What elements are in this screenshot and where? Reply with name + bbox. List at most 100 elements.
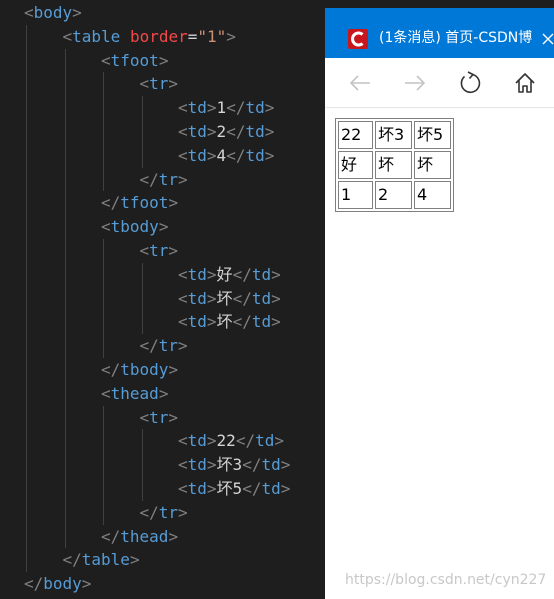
cell-text: 2 <box>216 122 227 141</box>
bracket-punctuation: > <box>158 383 169 403</box>
tag-name: tr <box>158 169 179 189</box>
tag-name: td <box>251 264 272 284</box>
bracket-punctuation: > <box>72 3 82 22</box>
cell-text: 坏 <box>216 312 233 332</box>
code-line: <td>坏</td> <box>178 287 281 311</box>
table-cell: 2 <box>375 181 412 209</box>
code-line: </tr> <box>140 168 188 192</box>
tag-name: td <box>187 288 207 308</box>
bracket-punctuation: < <box>139 241 150 260</box>
bracket-punctuation: > <box>271 288 281 308</box>
cell-text: 坏5 <box>216 479 243 498</box>
cell-text: 好 <box>216 264 233 284</box>
tag-name: td <box>187 264 207 284</box>
table-cell: 1 <box>338 181 373 209</box>
bracket-punctuation: </ <box>101 526 121 546</box>
bracket-punctuation: > <box>206 288 217 308</box>
tag-name: table <box>72 26 121 46</box>
code-line: <td>好</td> <box>178 263 281 287</box>
bracket-punctuation: < <box>139 407 150 427</box>
bracket-punctuation: > <box>168 241 179 260</box>
tag-name: td <box>187 431 207 451</box>
table-cell: 22 <box>338 121 373 149</box>
bracket-punctuation: < <box>101 217 111 237</box>
bracket-punctuation: </ <box>139 336 159 356</box>
tag-name: td <box>245 98 265 118</box>
bracket-punctuation: > <box>206 122 217 141</box>
bracket-punctuation: > <box>206 145 217 165</box>
rendered-table: 22 坏3 坏5 好坏坏 1 2 4 <box>335 118 454 212</box>
tag-name: tbody <box>120 360 169 379</box>
code-line: </tfoot> <box>101 191 178 215</box>
bracket-punctuation: < <box>178 431 188 451</box>
code-line: <thead> <box>101 382 168 406</box>
bracket-punctuation: > <box>206 264 217 284</box>
tag-name: tbody <box>110 217 159 237</box>
tag-name: td <box>187 455 207 475</box>
code-line: </thead> <box>101 525 178 549</box>
bracket-punctuation: </ <box>24 574 44 594</box>
tag-name: td <box>187 98 207 118</box>
tag-name: body <box>33 3 73 22</box>
indent-guide <box>141 262 143 335</box>
tag-name: td <box>187 145 207 165</box>
bracket-punctuation: > <box>168 360 179 379</box>
home-button[interactable] <box>510 68 540 98</box>
watermark: https://blog.csdn.net/cyn227 <box>345 572 547 588</box>
tag-name: td <box>187 479 207 498</box>
browser-toolbar <box>325 58 554 108</box>
bracket-punctuation: > <box>129 550 140 570</box>
refresh-button[interactable] <box>455 68 485 98</box>
tag-name: tr <box>158 502 179 522</box>
code-line: <td>坏</td> <box>178 310 281 334</box>
refresh-icon <box>460 71 481 94</box>
bracket-punctuation: </ <box>232 264 252 284</box>
code-line: <td>坏5</td> <box>178 477 290 501</box>
code-line: <tr> <box>140 239 179 263</box>
bracket-punctuation: > <box>158 50 169 70</box>
code-line: <td>22</td> <box>178 429 284 453</box>
bracket-punctuation: </ <box>232 288 252 308</box>
bracket-punctuation: > <box>206 479 217 498</box>
bracket-punctuation: > <box>206 98 217 118</box>
close-button[interactable] <box>536 22 554 54</box>
bracket-punctuation: < <box>178 122 188 141</box>
indent-guide <box>103 405 104 525</box>
bracket-punctuation: </ <box>242 479 262 498</box>
tag-name: td <box>245 145 265 165</box>
bracket-punctuation: </ <box>226 145 246 165</box>
forward-button[interactable] <box>400 68 430 98</box>
bracket-punctuation: </ <box>101 193 121 213</box>
bracket-punctuation: > <box>178 336 188 356</box>
back-button[interactable] <box>345 68 375 98</box>
tag-name: td <box>187 122 207 141</box>
cell-text: 坏 <box>216 288 233 308</box>
bracket-punctuation: > <box>206 431 217 451</box>
bracket-punctuation: > <box>168 526 179 546</box>
title-bar: (1条消息) 首页-CSDN博 <box>325 8 554 58</box>
bracket-punctuation: < <box>178 455 188 475</box>
bracket-punctuation: > <box>178 169 188 189</box>
code-line: </tr> <box>140 334 188 358</box>
tag-name: tfoot <box>120 193 169 213</box>
code-line: <body> <box>24 1 82 25</box>
bracket-punctuation: </ <box>226 122 246 141</box>
bracket-punctuation: < <box>62 26 73 46</box>
bracket-punctuation: > <box>271 312 281 332</box>
code-editor[interactable]: <body> <table border="1"> <tfoot> <tr> <td>1… <box>0 0 325 599</box>
bracket-punctuation: < <box>139 74 150 94</box>
bracket-punctuation: </ <box>226 98 246 118</box>
code-line: </table> <box>63 548 140 572</box>
table-cell: 坏3 <box>375 121 412 149</box>
bracket-punctuation: < <box>178 264 188 284</box>
table-cell: 4 <box>414 181 451 209</box>
home-icon <box>515 73 535 93</box>
table-cell: 坏 <box>414 151 451 179</box>
bracket-punctuation: > <box>264 145 275 165</box>
bracket-punctuation: > <box>168 74 179 94</box>
screenshot: <body> <table border="1"> <tfoot> <tr> <td>1… <box>0 0 554 599</box>
cell-text: 22 <box>216 431 236 451</box>
tag-name: td <box>255 431 275 451</box>
bracket-punctuation: > <box>81 574 92 594</box>
bracket-punctuation: > <box>206 312 217 332</box>
